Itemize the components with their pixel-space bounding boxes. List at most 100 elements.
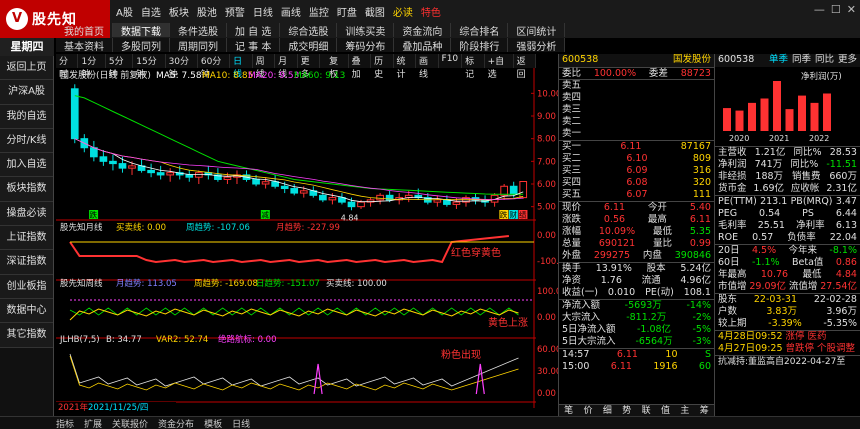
close-icon[interactable]: ✕ — [847, 3, 856, 16]
footer-tab[interactable]: 指标 — [56, 417, 74, 429]
chart-tool-button[interactable]: +自选 — [485, 54, 514, 80]
period-footer-tab[interactable]: 日线 — [232, 417, 250, 429]
finance-tab[interactable]: 同季 — [792, 54, 811, 67]
top-menu-item[interactable]: 监控 — [309, 4, 329, 19]
function-tab[interactable]: 训练买卖 — [337, 23, 395, 38]
finance-tab[interactable]: 单季 — [769, 54, 788, 67]
chart-tool-button[interactable]: 历史 — [371, 54, 394, 80]
period-tab[interactable]: 30分钟 — [166, 54, 198, 80]
period-tab[interactable]: 15分钟 — [133, 54, 166, 80]
stat-label: 非经损 — [718, 171, 747, 182]
sell-level-row: 卖四 — [559, 92, 714, 104]
function-tab[interactable]: 加 自 选 — [227, 23, 281, 38]
chart-tool-button[interactable]: F10 — [439, 54, 463, 68]
top-menu-item[interactable]: 盯盘 — [337, 4, 357, 19]
function-tab[interactable]: 叠加品种 — [394, 38, 452, 53]
function-tab[interactable]: 筹码分布 — [337, 38, 395, 53]
function-tab[interactable]: 周期同列 — [170, 38, 227, 53]
period-tab[interactable]: 周线 — [253, 54, 276, 80]
sidebar-item[interactable]: 加入自选 — [0, 153, 53, 178]
quote-tab[interactable]: 细 — [603, 405, 612, 416]
chart-tool-button[interactable]: 复权 — [326, 54, 349, 80]
quote-tab[interactable]: 值 — [661, 405, 670, 416]
quote-tab[interactable]: 筹 — [700, 405, 709, 416]
quote-tab[interactable]: 联 — [642, 405, 651, 416]
top-menu-item[interactable]: 板块 — [169, 4, 189, 19]
profit-year-label: 2021 — [769, 134, 789, 143]
stat-label: 总量 — [562, 238, 582, 249]
function-tab[interactable]: 阶段排行 — [451, 38, 509, 53]
top-menu-item[interactable]: 画线 — [281, 4, 301, 19]
period-tab[interactable]: 分时 — [56, 54, 79, 80]
function-tab[interactable]: 记 事 本 — [227, 38, 281, 53]
stat-value: 3.47 — [835, 196, 857, 207]
period-tab[interactable]: 1分钟 — [78, 54, 106, 80]
function-tab[interactable]: 综合排名 — [451, 23, 509, 38]
sidebar-item[interactable]: 创业板指 — [0, 274, 53, 299]
news-item[interactable]: 4月28日09:52 涨停 医药 — [715, 331, 860, 343]
chart-tool-button[interactable]: 统计 — [394, 54, 417, 80]
function-tab[interactable]: 条件选股 — [170, 23, 227, 38]
sidebar-item[interactable]: 我的自选 — [0, 104, 53, 129]
function-tab[interactable]: 成交明细 — [280, 38, 338, 53]
function-tab[interactable]: 综合选股 — [280, 23, 338, 38]
candle-body — [519, 181, 528, 199]
finance-tab[interactable]: 同比 — [815, 54, 834, 67]
chart-tool-button[interactable]: 标记 — [462, 54, 485, 80]
maximize-icon[interactable]: ☐ — [831, 3, 841, 16]
flow-row: 5日大宗流入 -6564万 -3% — [559, 336, 714, 348]
chart-tool-button[interactable]: 画线 — [416, 54, 439, 80]
stat-label: 应收帐 — [790, 183, 820, 194]
top-menu-item[interactable]: A股 — [116, 4, 133, 19]
indicator3-tick: 60.00 — [537, 345, 558, 355]
sidebar-item[interactable]: 数据中心 — [0, 298, 53, 324]
function-tab[interactable]: 强弱分析 — [508, 38, 566, 53]
period-tab[interactable]: 日线 — [230, 54, 253, 80]
top-menu-item[interactable]: 自选 — [141, 4, 161, 19]
top-menu-item[interactable]: 特色 — [421, 4, 441, 19]
template-button[interactable]: 模板 — [204, 417, 222, 429]
function-tab[interactable]: 多股同列 — [113, 38, 170, 53]
function-tab[interactable]: 区间统计 — [508, 23, 566, 38]
indicator2-annotation: 黄色上涨 — [488, 316, 528, 329]
top-menu-item[interactable]: 必读 — [393, 4, 413, 19]
chart-tool-button[interactable]: 返回 — [514, 54, 537, 80]
candle-body — [290, 188, 299, 194]
footer-tab[interactable]: 扩展 — [84, 417, 102, 429]
top-menu-item[interactable]: 股池 — [197, 4, 217, 19]
sidebar-item[interactable]: 其它指数 — [0, 323, 53, 348]
period-tab[interactable]: 60分钟 — [198, 54, 231, 80]
sidebar-item[interactable]: 返回上页 — [0, 56, 53, 81]
minimize-icon[interactable]: — — [814, 3, 825, 16]
quote-tab[interactable]: 价 — [584, 405, 593, 416]
footer-tab[interactable]: 资金分布 — [158, 417, 194, 429]
sidebar-item[interactable]: 操盘必读 — [0, 201, 53, 227]
quote-tab[interactable]: 笔 — [564, 405, 573, 416]
function-tab[interactable]: 我的首页 — [56, 23, 113, 38]
sidebar-item[interactable]: 沪深A股 — [0, 80, 53, 105]
period-tab[interactable]: 5分钟 — [106, 54, 134, 80]
news-item[interactable]: 4月27日09:25 曾跌停 个股调整 — [715, 343, 860, 355]
top-menu-item[interactable]: 截图 — [365, 4, 385, 19]
quote-tab[interactable]: 主 — [680, 405, 689, 416]
sidebar-item[interactable]: 板块指数 — [0, 177, 53, 202]
flow-percent: -5% — [692, 324, 711, 335]
quote-tab[interactable]: 势 — [622, 405, 631, 416]
kline-chart[interactable]: 国发股份(日线 前复权) MA5: 7.58 MA10: 8.85MA20: 9.5… — [56, 68, 558, 416]
stat-label: 外盘 — [562, 250, 582, 261]
function-tab[interactable]: 基本资料 — [56, 38, 113, 53]
finance-tab[interactable]: 更多 — [838, 54, 857, 67]
top-menu-item[interactable]: 预警 — [225, 4, 245, 19]
buy-level-label: 买四 — [562, 177, 582, 188]
sidebar-item[interactable]: 分时/K线 — [0, 128, 53, 154]
chart-tool-button[interactable]: 叠加 — [349, 54, 372, 80]
sidebar-item[interactable]: 深证指数 — [0, 250, 53, 275]
period-tab[interactable]: 更多 — [298, 54, 321, 80]
indicator2-week: 周趋势: -169.08 — [194, 278, 258, 289]
sidebar-item[interactable]: 上证指数 — [0, 226, 53, 251]
function-tab[interactable]: 资金流向 — [394, 23, 452, 38]
top-menu-item[interactable]: 日线 — [253, 4, 273, 19]
period-tab[interactable]: 月线 — [275, 54, 298, 80]
function-tab[interactable]: 数据下载 — [113, 23, 170, 38]
footer-tab[interactable]: 关联报价 — [112, 417, 148, 429]
